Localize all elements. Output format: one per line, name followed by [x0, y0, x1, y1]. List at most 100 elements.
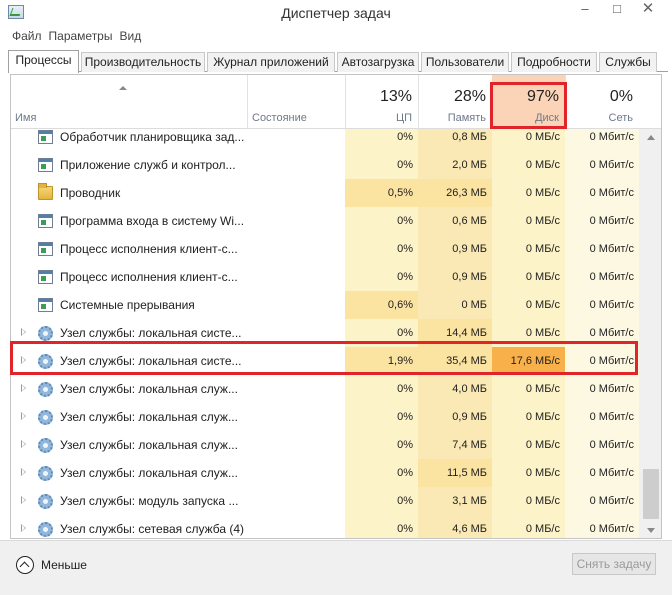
process-row[interactable]: Программа входа в систему Wi... 0% 0,6 МБ 0…	[11, 207, 639, 235]
gear-icon	[38, 326, 53, 341]
process-name: Узел службы: локальная служ...	[60, 438, 238, 452]
column-cpu-header[interactable]: 13% ЦП	[345, 75, 418, 129]
memory-value: 0,9 МБ	[452, 411, 487, 423]
process-name: Узел службы: сетевая служба (4)	[60, 522, 245, 536]
app-window-icon	[38, 242, 53, 256]
network-value: 0 Мбит/с	[589, 159, 634, 171]
expand-arrow-icon[interactable]	[21, 440, 26, 448]
process-name: Узел службы: модуль запуска ...	[60, 494, 239, 508]
title-bar: Диспетчер задач – □ ✕	[0, 0, 672, 26]
process-name: Узел службы: локальная систе...	[60, 354, 242, 368]
process-row[interactable]: Узел службы: локальная систе... 0% 14,4 МБ…	[11, 319, 639, 347]
network-value: 0 Мбит/с	[589, 187, 634, 199]
process-row[interactable]: Узел службы: сетевая служба (4) 0% 4,6 МБ 0…	[11, 515, 639, 538]
menu-options[interactable]: Параметры	[47, 27, 118, 43]
app-window-icon	[38, 130, 53, 144]
memory-value: 0,9 МБ	[452, 271, 487, 283]
process-name: Процесс исполнения клиент-с...	[60, 270, 238, 284]
network-value: 0 Мбит/с	[589, 411, 634, 423]
cpu-value: 0%	[397, 271, 413, 283]
tab-details[interactable]: Подробности	[511, 52, 597, 72]
menu-file[interactable]: Файл	[0, 27, 47, 43]
gear-icon	[38, 466, 53, 481]
memory-value: 35,4 МБ	[418, 347, 492, 375]
collapse-chevron-icon[interactable]	[16, 556, 34, 574]
close-button[interactable]: ✕	[624, 0, 672, 22]
expand-arrow-icon[interactable]	[21, 524, 26, 532]
column-disk-header[interactable]: 97% Диск	[492, 75, 565, 129]
minimize-button[interactable]: –	[570, 0, 600, 22]
vertical-scrollbar[interactable]	[639, 129, 661, 538]
disk-value: 0 МБ/с	[525, 187, 560, 199]
tab-strip: Процессы Производительность Журнал прило…	[8, 50, 668, 73]
expand-arrow-icon[interactable]	[21, 412, 26, 420]
process-row[interactable]: Узел службы: локальная служ... 0% 11,5 МБ 0…	[11, 459, 639, 487]
disk-value: 0 МБ/с	[525, 299, 560, 311]
disk-value: 17,6 МБ/с	[492, 347, 565, 375]
tab-app-history[interactable]: Журнал приложений	[207, 52, 335, 72]
app-window-icon	[38, 214, 53, 228]
app-window-icon	[38, 298, 53, 312]
footer-bar: Меньше Снять задачу	[0, 540, 672, 595]
process-row[interactable]: Системные прерывания 0,6% 0 МБ 0 МБ/с 0 Мбит…	[11, 291, 639, 319]
disk-value: 0 МБ/с	[525, 215, 560, 227]
process-row[interactable]: Приложение служб и контрол... 0% 2,0 МБ 0 М…	[11, 151, 639, 179]
fewer-details-link[interactable]: Меньше	[41, 558, 87, 572]
process-name: Системные прерывания	[60, 298, 195, 312]
disk-value: 0 МБ/с	[525, 523, 560, 535]
cpu-value: 0,6%	[345, 291, 418, 319]
process-row[interactable]: Узел службы: локальная служ... 0% 0,9 МБ 0 …	[11, 403, 639, 431]
expand-arrow-icon[interactable]	[21, 384, 26, 392]
cpu-value: 0%	[397, 215, 413, 227]
table-header: Имя Состояние 13% ЦП 28% Память 97% Диск…	[11, 75, 661, 129]
scroll-thumb[interactable]	[643, 469, 659, 519]
column-memory-header[interactable]: 28% Память	[418, 75, 492, 129]
network-value: 0 Мбит/с	[589, 131, 634, 143]
process-name: Программа входа в систему Wi...	[60, 214, 245, 228]
process-row[interactable]: Процесс исполнения клиент-с... 0% 0,9 МБ 0 …	[11, 235, 639, 263]
process-row[interactable]: Узел службы: локальная служ... 0% 7,4 МБ 0 …	[11, 431, 639, 459]
process-row[interactable]: Процесс исполнения клиент-с... 0% 0,9 МБ 0 …	[11, 263, 639, 291]
end-task-button[interactable]: Снять задачу	[572, 553, 656, 575]
scroll-up-arrow-icon[interactable]	[647, 135, 655, 140]
process-row[interactable]: Узел службы: локальная служ... 0% 4,0 МБ 0 …	[11, 375, 639, 403]
expand-arrow-icon[interactable]	[21, 356, 26, 364]
menu-view[interactable]: Вид	[117, 27, 146, 43]
process-row[interactable]: Узел службы: модуль запуска ... 0% 3,1 МБ 0…	[11, 487, 639, 515]
expand-arrow-icon[interactable]	[21, 496, 26, 504]
tab-users[interactable]: Пользователи	[421, 52, 509, 72]
disk-value: 0 МБ/с	[525, 327, 560, 339]
disk-value: 0 МБ/с	[525, 243, 560, 255]
memory-value: 4,0 МБ	[452, 383, 487, 395]
process-row[interactable]: Проводник 0,5% 26,3 МБ 0 МБ/с 0 Мбит/с	[11, 179, 639, 207]
process-name: Обработчик планировщика зад...	[60, 130, 245, 144]
network-total-percent: 0%	[609, 88, 633, 105]
process-row[interactable]: Обработчик планировщика зад... 0% 0,8 МБ 0 …	[11, 123, 639, 151]
process-row[interactable]: Узел службы: локальная систе... 1,9% 35,4 …	[11, 347, 639, 375]
cpu-value: 0%	[397, 131, 413, 143]
tab-services[interactable]: Службы	[599, 52, 657, 72]
scroll-down-arrow-icon[interactable]	[647, 528, 655, 533]
process-table: Имя Состояние 13% ЦП 28% Память 97% Диск…	[10, 74, 662, 539]
process-name: Проводник	[60, 186, 121, 200]
expand-arrow-icon[interactable]	[21, 328, 26, 336]
tab-processes[interactable]: Процессы	[8, 50, 79, 73]
app-window-icon	[38, 158, 53, 172]
cpu-value: 0%	[397, 159, 413, 171]
sort-ascending-icon	[119, 86, 127, 90]
network-value: 0 Мбит/с	[589, 439, 634, 451]
process-name: Процесс исполнения клиент-с...	[60, 242, 238, 256]
cpu-value: 0%	[397, 439, 413, 451]
tab-performance[interactable]: Производительность	[81, 52, 205, 72]
memory-value: 26,3 МБ	[418, 179, 492, 207]
expand-arrow-icon[interactable]	[21, 468, 26, 476]
network-value: 0 Мбит/с	[589, 243, 634, 255]
disk-value: 0 МБ/с	[525, 131, 560, 143]
tab-startup[interactable]: Автозагрузка	[337, 52, 419, 72]
column-network-header[interactable]: 0% Сеть	[565, 75, 639, 129]
gear-icon	[38, 494, 53, 509]
process-name: Узел службы: локальная служ...	[60, 410, 238, 424]
memory-value: 4,6 МБ	[452, 523, 487, 535]
memory-total-percent: 28%	[453, 88, 486, 105]
disk-value: 0 МБ/с	[525, 383, 560, 395]
